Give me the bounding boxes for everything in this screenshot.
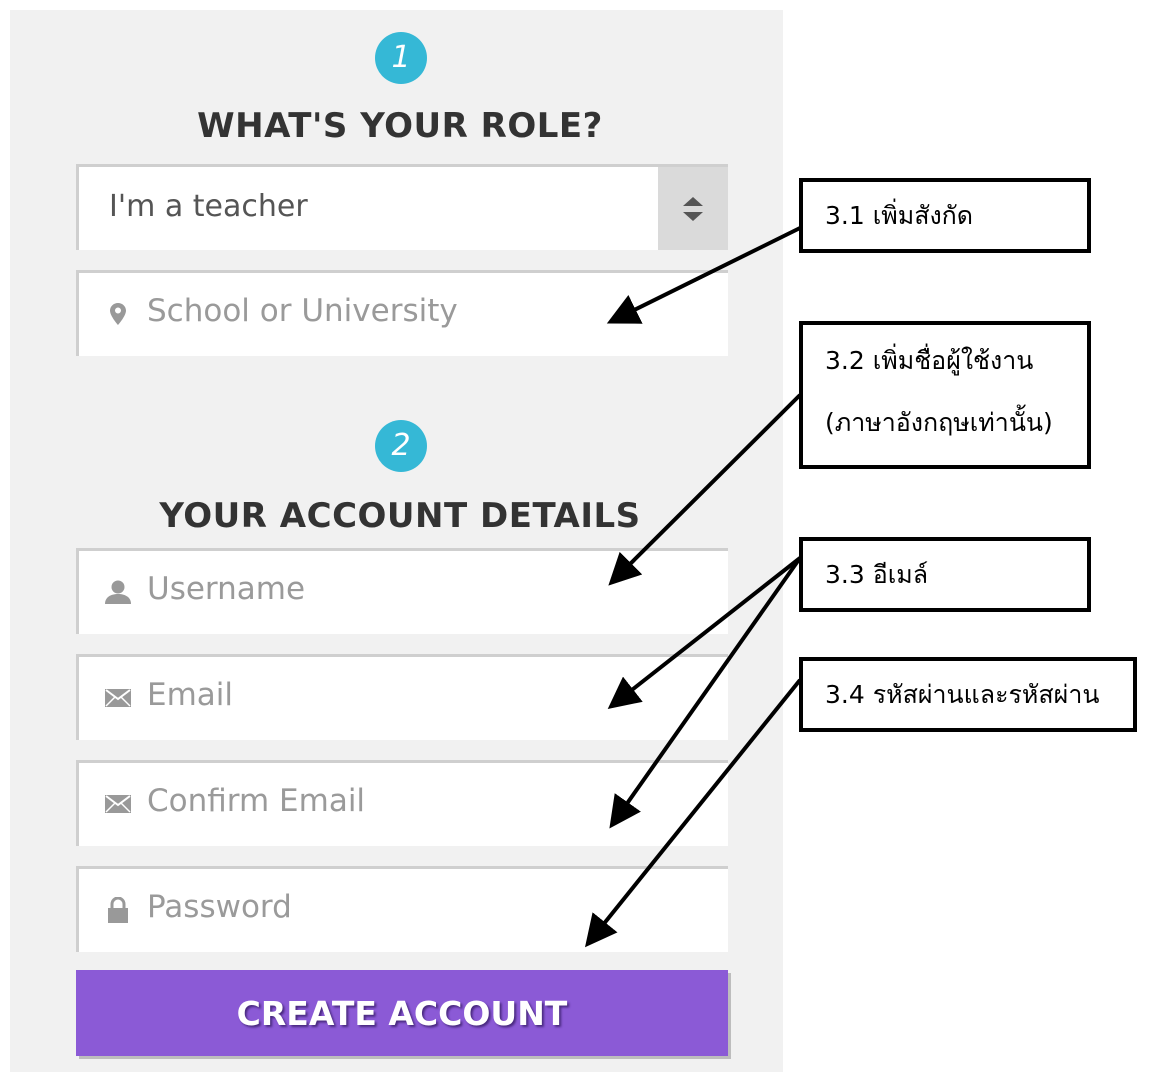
arrow-to-school	[606, 226, 801, 324]
annotation-arrows	[584, 226, 802, 948]
arrow-to-username	[608, 393, 802, 586]
arrow-to-confirm-email	[609, 556, 802, 829]
arrow-to-email	[607, 556, 802, 709]
